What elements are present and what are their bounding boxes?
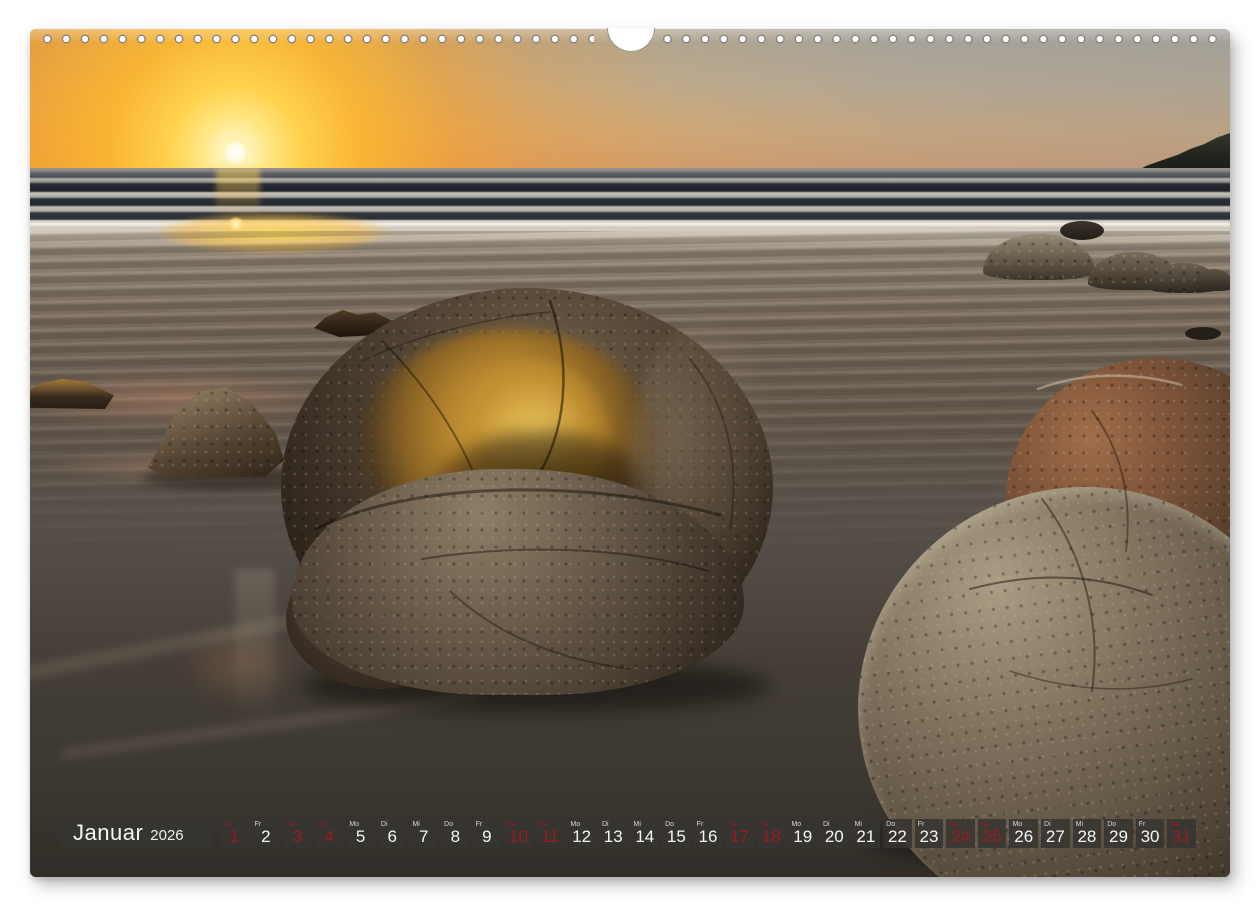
calendar-day-cell: Mi14: [631, 819, 660, 848]
calendar-day-cell: Fr23: [915, 819, 944, 848]
photo-moeraki-boulders: Januar 2026 Do1Fr2Sa3So4Mo5Di6Mi7Do8Fr9S…: [30, 29, 1230, 877]
calendar-day-number: 20: [820, 828, 849, 845]
calendar-product-shot: Januar 2026 Do1Fr2Sa3So4Mo5Di6Mi7Do8Fr9S…: [0, 0, 1260, 908]
calendar-day-cell: Fr2: [252, 819, 281, 848]
calendar-day-cell: Fr16: [694, 819, 723, 848]
sun-reflection-column: [216, 168, 260, 218]
calendar-day-cell: So18: [757, 819, 786, 848]
calendar-day-number: 12: [567, 828, 596, 845]
calendar-day-cell: Di13: [599, 819, 628, 848]
calendar-day-number: 27: [1041, 828, 1070, 845]
calendar-day-cell: Sa24: [946, 819, 975, 848]
calendar-day-number: 9: [473, 828, 502, 845]
calendar-days-row: Do1Fr2Sa3So4Mo5Di6Mi7Do8Fr9Sa10So11Mo12D…: [220, 819, 1196, 848]
calendar-day-cell: Sa17: [725, 819, 754, 848]
calendar-day-cell: Di20: [820, 819, 849, 848]
calendar-day-number: 21: [852, 828, 881, 845]
calendar-day-cell: Sa3: [283, 819, 312, 848]
month-name: Januar: [73, 820, 143, 846]
calendar-day-number: 6: [378, 828, 407, 845]
small-dark-rock: [1185, 327, 1221, 340]
calendar-day-number: 25: [978, 828, 1007, 845]
wet-sand-streak: [235, 569, 275, 729]
distant-boulder: [1060, 221, 1104, 240]
calendar-day-number: 7: [409, 828, 438, 845]
calendar-day-number: 11: [536, 828, 565, 845]
calendar-day-cell: Do29: [1104, 819, 1133, 848]
calendar-day-cell: Mi21: [852, 819, 881, 848]
calendar-day-number: 18: [757, 828, 786, 845]
calendar-strip: Januar 2026 Do1Fr2Sa3So4Mo5Di6Mi7Do8Fr9S…: [30, 818, 1230, 849]
calendar-day-number: 26: [1009, 828, 1038, 845]
binding-holes: [38, 29, 594, 48]
calendar-day-cell: Do22: [883, 819, 912, 848]
sun-reflection-dot: [229, 218, 243, 230]
calendar-day-number: 8: [441, 828, 470, 845]
year-label: 2026: [150, 823, 183, 844]
calendar-day-cell: So25: [978, 819, 1007, 848]
calendar-page: Januar 2026 Do1Fr2Sa3So4Mo5Di6Mi7Do8Fr9S…: [30, 29, 1230, 877]
calendar-day-number: 17: [725, 828, 754, 845]
calendar-day-cell: Sa31: [1167, 819, 1196, 848]
calendar-day-number: 16: [694, 828, 723, 845]
calendar-day-number: 15: [662, 828, 691, 845]
calendar-day-cell: Mo5: [346, 819, 375, 848]
calendar-day-cell: Mo26: [1009, 819, 1038, 848]
calendar-day-cell: Di6: [378, 819, 407, 848]
calendar-day-number: 4: [315, 828, 344, 845]
binding-holes: [658, 29, 1222, 48]
calendar-day-number: 2: [252, 828, 281, 845]
calendar-day-number: 19: [788, 828, 817, 845]
calendar-day-cell: Mo19: [788, 819, 817, 848]
calendar-day-cell: Do8: [441, 819, 470, 848]
calendar-day-cell: So11: [536, 819, 565, 848]
calendar-day-number: 29: [1104, 828, 1133, 845]
calendar-day-number: 31: [1167, 828, 1196, 845]
calendar-day-cell: Mi7: [409, 819, 438, 848]
calendar-day-number: 5: [346, 828, 375, 845]
calendar-day-cell: Do15: [662, 819, 691, 848]
calendar-day-number: 22: [883, 828, 912, 845]
calendar-day-number: 10: [504, 828, 533, 845]
calendar-day-cell: Sa10: [504, 819, 533, 848]
calendar-day-number: 28: [1073, 828, 1102, 845]
month-label-box: Januar 2026: [62, 818, 212, 848]
calendar-day-cell: So4: [315, 819, 344, 848]
calendar-day-number: 23: [915, 828, 944, 845]
calendar-day-cell: Fr30: [1136, 819, 1165, 848]
calendar-day-number: 3: [283, 828, 312, 845]
calendar-day-cell: Fr9: [473, 819, 502, 848]
calendar-day-number: 30: [1136, 828, 1165, 845]
calendar-day-cell: Mo12: [567, 819, 596, 848]
calendar-day-cell: Di27: [1041, 819, 1070, 848]
calendar-day-cell: Do1: [220, 819, 249, 848]
calendar-day-number: 1: [220, 828, 249, 845]
calendar-day-cell: Mi28: [1073, 819, 1102, 848]
calendar-day-number: 24: [946, 828, 975, 845]
calendar-day-number: 13: [599, 828, 628, 845]
sun: [224, 141, 247, 164]
calendar-day-number: 14: [631, 828, 660, 845]
